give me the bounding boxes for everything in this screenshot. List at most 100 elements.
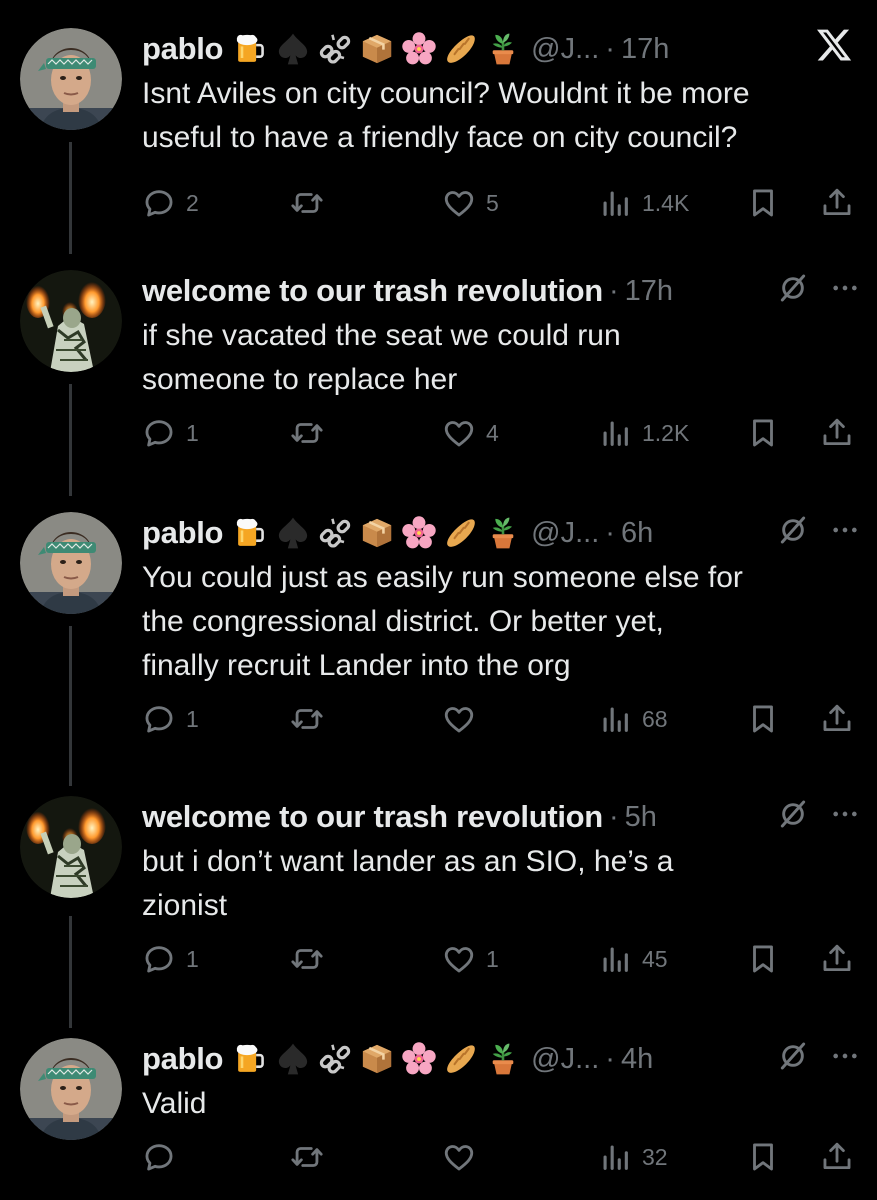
reply-icon — [142, 942, 176, 976]
timestamp[interactable]: 17h — [625, 275, 673, 308]
separator-dot: · — [608, 274, 619, 307]
separator-dot: · — [605, 1042, 615, 1075]
reply-icon — [142, 186, 176, 220]
separator-dot: · — [605, 32, 615, 65]
timestamp[interactable]: 5h — [625, 801, 657, 834]
views-icon — [598, 702, 632, 736]
avatar[interactable] — [20, 28, 122, 130]
share-button[interactable] — [820, 416, 854, 450]
share-icon — [820, 186, 854, 220]
timestamp[interactable]: 6h — [621, 517, 653, 550]
like-button[interactable] — [442, 1140, 486, 1174]
reply-count: 1 — [186, 419, 199, 446]
share-button[interactable] — [820, 702, 854, 736]
reply-icon — [142, 416, 176, 450]
views-button[interactable]: 1.4K — [598, 186, 689, 220]
bookmark-icon — [746, 1140, 780, 1174]
share-button[interactable] — [820, 1140, 854, 1174]
broken-chain-icon — [317, 515, 353, 551]
user-handle[interactable]: @J... — [531, 1043, 599, 1076]
avatar[interactable] — [20, 512, 122, 614]
bookmark-button[interactable] — [746, 702, 780, 736]
grok-icon[interactable] — [777, 514, 809, 551]
views-button[interactable]: 45 — [598, 942, 668, 976]
avatar[interactable] — [20, 1038, 122, 1140]
bookmark-button[interactable] — [746, 942, 780, 976]
display-name[interactable]: pablo — [142, 31, 223, 67]
more-options-icon[interactable] — [831, 800, 859, 833]
reply-button[interactable]: 2 — [142, 186, 199, 220]
more-options-icon[interactable] — [831, 274, 859, 307]
tweet[interactable]: pablo @J... · 17h Isnt Aviles on city counci… — [0, 28, 877, 228]
retweet-button[interactable] — [290, 1140, 334, 1174]
reply-button[interactable]: 1 — [142, 416, 199, 450]
tweet[interactable]: pablo @J... · 6h You could just as easily ru… — [0, 512, 877, 762]
retweet-button[interactable] — [290, 416, 334, 450]
retweet-icon — [290, 1140, 324, 1174]
display-name[interactable]: welcome to our trash revolution — [142, 799, 603, 835]
header-actions — [777, 514, 859, 551]
reply-count: 2 — [186, 189, 199, 216]
more-options-icon[interactable] — [831, 516, 859, 549]
potted-plant-icon — [485, 515, 521, 551]
bookmark-icon — [746, 186, 780, 220]
beer-mug-icon — [233, 515, 269, 551]
spade-icon — [275, 515, 311, 551]
name-emojis — [233, 31, 521, 67]
package-icon — [359, 1041, 395, 1077]
tweet[interactable]: welcome to our trash revolution · 5h but i … — [0, 796, 877, 996]
tweet-header: welcome to our trash revolution · 5h — [142, 796, 859, 838]
beer-mug-icon — [233, 31, 269, 67]
tweet-header: welcome to our trash revolution · 17h — [142, 270, 859, 312]
like-icon — [442, 1140, 476, 1174]
views-count: 45 — [642, 945, 668, 972]
reply-button[interactable]: 1 — [142, 702, 199, 736]
views-button[interactable]: 32 — [598, 1140, 668, 1174]
tweet-text: Valid — [142, 1087, 207, 1120]
timestamp[interactable]: 4h — [621, 1043, 653, 1076]
potted-plant-icon — [485, 31, 521, 67]
reply-icon — [142, 1140, 176, 1174]
views-icon — [598, 942, 632, 976]
views-count: 68 — [642, 705, 668, 732]
avatar[interactable] — [20, 796, 122, 898]
retweet-button[interactable] — [290, 942, 334, 976]
bookmark-button[interactable] — [746, 416, 780, 450]
like-button[interactable]: 1 — [442, 942, 499, 976]
tweet-actions: 1 4 1.2K — [142, 416, 859, 456]
grok-icon[interactable] — [777, 798, 809, 835]
grok-icon[interactable] — [777, 1040, 809, 1077]
reply-count: 1 — [186, 705, 199, 732]
user-handle[interactable]: @J... — [531, 517, 599, 550]
like-button[interactable]: 4 — [442, 416, 499, 450]
more-options-icon[interactable] — [831, 1042, 859, 1075]
bookmark-button[interactable] — [746, 186, 780, 220]
share-button[interactable] — [820, 186, 854, 220]
user-handle[interactable]: @J... — [531, 33, 599, 66]
views-button[interactable]: 68 — [598, 702, 668, 736]
like-button[interactable]: 5 — [442, 186, 499, 220]
share-button[interactable] — [820, 942, 854, 976]
avatar[interactable] — [20, 270, 122, 372]
tweet-actions: 1 68 — [142, 702, 859, 742]
bookmark-icon — [746, 416, 780, 450]
grok-icon[interactable] — [777, 272, 809, 309]
views-button[interactable]: 1.2K — [598, 416, 689, 450]
reply-button[interactable] — [142, 1140, 186, 1174]
like-button[interactable] — [442, 702, 486, 736]
reply-button[interactable]: 1 — [142, 942, 199, 976]
tweet[interactable]: welcome to our trash revolution · 17h if sh… — [0, 270, 877, 470]
display-name[interactable]: pablo — [142, 1041, 223, 1077]
display-name[interactable]: welcome to our trash revolution — [142, 273, 603, 309]
tweet[interactable]: pablo @J... · 4h Valid 32 — [0, 1038, 877, 1198]
retweet-button[interactable] — [290, 186, 334, 220]
spade-icon — [275, 31, 311, 67]
bookmark-button[interactable] — [746, 1140, 780, 1174]
timestamp[interactable]: 17h — [621, 33, 669, 66]
display-name[interactable]: pablo — [142, 515, 223, 551]
retweet-icon — [290, 702, 324, 736]
retweet-button[interactable] — [290, 702, 334, 736]
baguette-icon — [443, 1041, 479, 1077]
separator-dot: · — [605, 516, 615, 549]
reply-count: 1 — [186, 945, 199, 972]
